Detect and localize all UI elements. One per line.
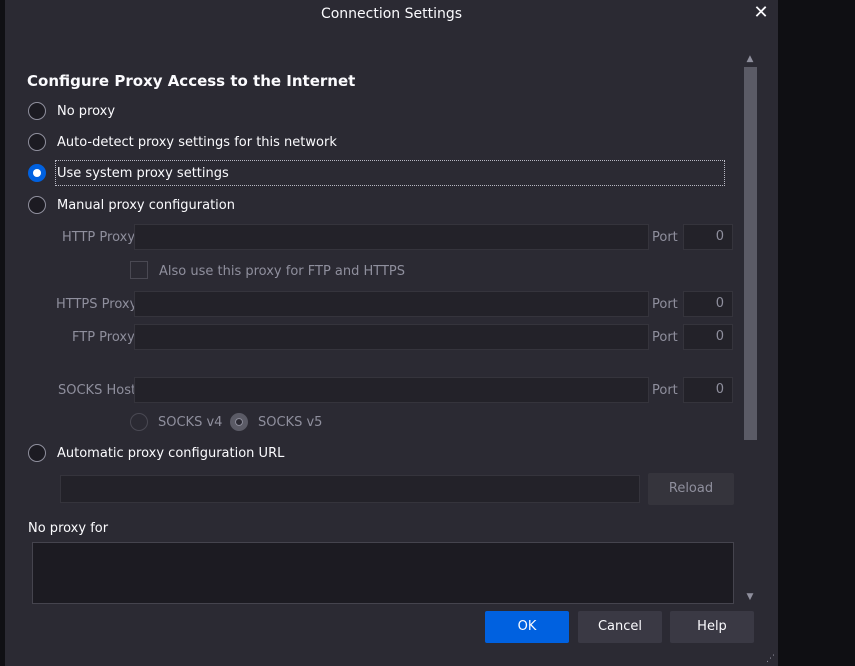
ftp-port-input[interactable]: 0: [683, 324, 733, 350]
socks-v5-label: SOCKS v5: [258, 415, 323, 430]
https-proxy-label: HTTPS Proxy: [56, 297, 138, 312]
http-port-input[interactable]: 0: [683, 224, 733, 250]
https-port-label: Port: [652, 297, 678, 312]
socks-port-input[interactable]: 0: [683, 377, 733, 403]
socks-v4-label: SOCKS v4: [158, 415, 223, 430]
ftp-port-label: Port: [652, 330, 678, 345]
http-proxy-input[interactable]: [134, 224, 649, 250]
ftp-proxy-label: FTP Proxy: [72, 330, 135, 345]
scroll-up-icon[interactable]: ▲: [743, 54, 757, 66]
cancel-button[interactable]: Cancel: [578, 611, 662, 643]
background-window-right: [778, 0, 855, 666]
no-proxy-for-textarea[interactable]: [32, 542, 734, 604]
window-title: Connection Settings: [320, 6, 463, 22]
socks-host-input[interactable]: [134, 377, 649, 403]
reload-button[interactable]: Reload: [648, 473, 734, 505]
no-proxy-for-label: No proxy for: [28, 521, 109, 536]
section-heading: Configure Proxy Access to the Internet: [27, 72, 356, 90]
auto-config-url-radio[interactable]: [28, 444, 46, 462]
socks-v5-radio[interactable]: [230, 413, 248, 431]
system-proxy-radio[interactable]: [28, 164, 46, 182]
auto-config-url-input[interactable]: [60, 475, 640, 503]
manual-proxy-radio[interactable]: [28, 196, 46, 214]
also-use-proxy-checkbox[interactable]: [130, 261, 148, 279]
http-proxy-label: HTTP Proxy: [62, 230, 136, 245]
https-proxy-input[interactable]: [134, 291, 649, 317]
auto-detect-label[interactable]: Auto-detect proxy settings for this netw…: [57, 135, 337, 150]
no-proxy-label[interactable]: No proxy: [57, 104, 115, 119]
socks-v4-radio[interactable]: [130, 413, 148, 431]
ok-button[interactable]: OK: [485, 611, 569, 643]
auto-config-url-label[interactable]: Automatic proxy configuration URL: [57, 446, 284, 461]
socks-port-label: Port: [652, 383, 678, 398]
no-proxy-radio[interactable]: [28, 102, 46, 120]
scrollbar-thumb[interactable]: [744, 67, 757, 440]
help-button[interactable]: Help: [670, 611, 754, 643]
scroll-down-icon[interactable]: ▼: [743, 592, 757, 604]
http-port-label: Port: [652, 230, 678, 245]
auto-detect-radio[interactable]: [28, 133, 46, 151]
ftp-proxy-input[interactable]: [134, 324, 649, 350]
https-port-input[interactable]: 0: [683, 291, 733, 317]
socks-host-label: SOCKS Host: [58, 383, 137, 398]
close-icon[interactable]: ✕: [748, 2, 774, 24]
resize-grip-icon[interactable]: ⋰: [766, 654, 776, 664]
manual-proxy-label[interactable]: Manual proxy configuration: [57, 198, 235, 213]
system-proxy-label[interactable]: Use system proxy settings: [57, 166, 229, 181]
also-use-proxy-label: Also use this proxy for FTP and HTTPS: [159, 264, 406, 279]
